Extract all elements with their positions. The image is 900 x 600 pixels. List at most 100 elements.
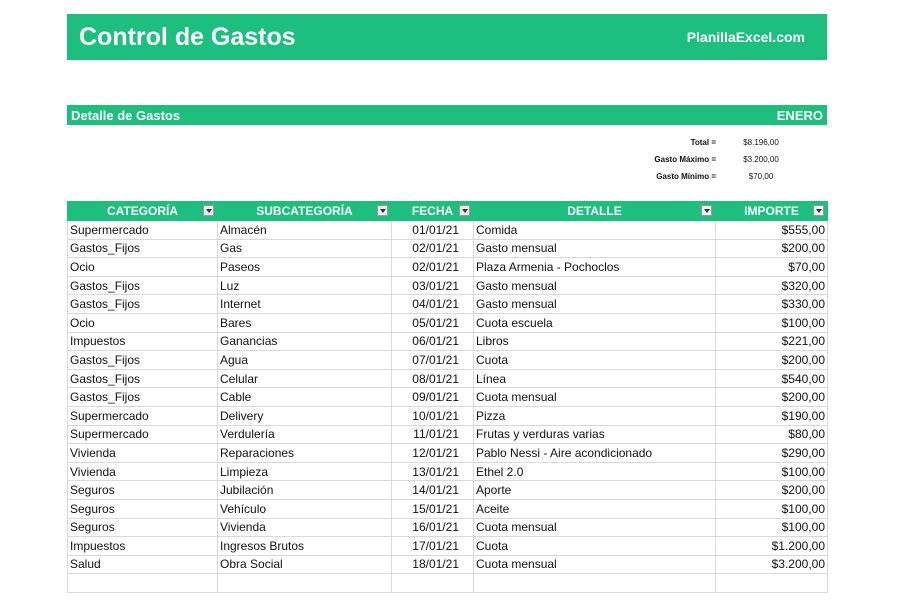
subcategory-cell[interactable]	[217, 573, 392, 593]
detail-cell[interactable]: Gasto mensual	[473, 275, 716, 296]
amount-cell[interactable]: $1.200,00	[715, 536, 828, 556]
detail-cell[interactable]: Cuota	[473, 536, 716, 556]
amount-cell[interactable]: $221,00	[715, 331, 828, 352]
date-cell[interactable]: 06/01/21	[391, 331, 474, 352]
amount-cell[interactable]: $100,00	[715, 498, 828, 519]
date-cell[interactable]: 11/01/21	[391, 424, 474, 445]
date-cell[interactable]: 03/01/21	[391, 275, 474, 296]
category-cell[interactable]: Gastos_Fijos	[67, 238, 218, 259]
subcategory-cell[interactable]: Vehículo	[217, 498, 392, 519]
category-cell[interactable]: Seguros	[67, 517, 218, 538]
subcategory-cell[interactable]: Delivery	[217, 405, 392, 426]
detail-cell[interactable]: Cuota mensual	[473, 554, 716, 575]
filter-dropdown-icon[interactable]	[377, 205, 388, 216]
subcategory-cell[interactable]: Jubilación	[217, 480, 392, 500]
detail-cell[interactable]: Gasto mensual	[473, 294, 716, 314]
amount-cell[interactable]: $540,00	[715, 368, 828, 389]
amount-cell[interactable]: $200,00	[715, 350, 828, 370]
subcategory-cell[interactable]: Verdulería	[217, 424, 392, 445]
category-cell[interactable]: Seguros	[67, 498, 218, 519]
subcategory-cell[interactable]: Ganancias	[217, 331, 392, 352]
detail-cell[interactable]: Ethel 2.0	[473, 461, 716, 482]
detail-cell[interactable]: Plaza Armenia - Pochoclos	[473, 257, 716, 277]
detail-cell[interactable]: Cuota mensual	[473, 517, 716, 538]
subcategory-cell[interactable]: Luz	[217, 275, 392, 296]
date-cell[interactable]: 08/01/21	[391, 368, 474, 389]
subcategory-cell[interactable]: Cable	[217, 387, 392, 407]
date-cell[interactable]: 13/01/21	[391, 461, 474, 482]
category-cell[interactable]: Impuestos	[67, 536, 218, 556]
date-cell[interactable]: 02/01/21	[391, 257, 474, 277]
subcategory-cell[interactable]: Paseos	[217, 257, 392, 277]
subcategory-cell[interactable]: Vivienda	[217, 517, 392, 538]
date-cell[interactable]: 05/01/21	[391, 312, 474, 333]
detail-cell[interactable]: Comida	[473, 220, 716, 240]
date-cell[interactable]: 14/01/21	[391, 480, 474, 500]
amount-cell[interactable]: $330,00	[715, 294, 828, 314]
amount-cell[interactable]: $80,00	[715, 424, 828, 445]
detail-cell[interactable]: Libros	[473, 331, 716, 352]
detail-cell[interactable]: Cuota	[473, 350, 716, 370]
subcategory-cell[interactable]: Agua	[217, 350, 392, 370]
date-cell[interactable]: 12/01/21	[391, 443, 474, 463]
detail-cell[interactable]: Aporte	[473, 480, 716, 500]
subcategory-cell[interactable]: Celular	[217, 368, 392, 389]
amount-cell[interactable]: $190,00	[715, 405, 828, 426]
subcategory-cell[interactable]: Gas	[217, 238, 392, 259]
detail-cell[interactable]: Frutas y verduras varias	[473, 424, 716, 445]
category-cell[interactable]: Vivienda	[67, 461, 218, 482]
detail-cell[interactable]: Línea	[473, 368, 716, 389]
amount-cell[interactable]: $320,00	[715, 275, 828, 296]
amount-cell[interactable]: $555,00	[715, 220, 828, 240]
category-cell[interactable]: Gastos_Fijos	[67, 387, 218, 407]
amount-cell[interactable]: $290,00	[715, 443, 828, 463]
amount-cell[interactable]: $100,00	[715, 461, 828, 482]
category-cell[interactable]: Seguros	[67, 480, 218, 500]
date-cell[interactable]: 04/01/21	[391, 294, 474, 314]
subcategory-cell[interactable]: Obra Social	[217, 554, 392, 575]
filter-dropdown-icon[interactable]	[701, 205, 712, 216]
filter-dropdown-icon[interactable]	[459, 205, 470, 216]
category-cell[interactable]: Supermercado	[67, 405, 218, 426]
amount-cell[interactable]: $100,00	[715, 312, 828, 333]
subcategory-cell[interactable]: Internet	[217, 294, 392, 314]
date-cell[interactable]: 16/01/21	[391, 517, 474, 538]
category-cell[interactable]: Ocio	[67, 312, 218, 333]
category-cell[interactable]: Gastos_Fijos	[67, 294, 218, 314]
amount-cell[interactable]: $200,00	[715, 387, 828, 407]
category-cell[interactable]: Impuestos	[67, 331, 218, 352]
date-cell[interactable]: 09/01/21	[391, 387, 474, 407]
date-cell[interactable]: 17/01/21	[391, 536, 474, 556]
date-cell[interactable]: 18/01/21	[391, 554, 474, 575]
subcategory-cell[interactable]: Ingresos Brutos	[217, 536, 392, 556]
date-cell[interactable]: 10/01/21	[391, 405, 474, 426]
filter-dropdown-icon[interactable]	[203, 205, 214, 216]
category-cell[interactable]: Salud	[67, 554, 218, 575]
category-cell[interactable]: Gastos_Fijos	[67, 368, 218, 389]
detail-cell[interactable]: Cuota mensual	[473, 387, 716, 407]
category-cell[interactable]: Vivienda	[67, 443, 218, 463]
detail-cell[interactable]: Pizza	[473, 405, 716, 426]
category-cell[interactable]: Supermercado	[67, 220, 218, 240]
amount-cell[interactable]: $200,00	[715, 480, 828, 500]
subcategory-cell[interactable]: Bares	[217, 312, 392, 333]
amount-cell[interactable]: $100,00	[715, 517, 828, 538]
category-cell[interactable]: Gastos_Fijos	[67, 350, 218, 370]
date-cell[interactable]: 07/01/21	[391, 350, 474, 370]
detail-cell[interactable]: Aceite	[473, 498, 716, 519]
detail-cell[interactable]: Pablo Nessi - Aire acondicionado	[473, 443, 716, 463]
amount-cell[interactable]: $200,00	[715, 238, 828, 259]
subcategory-cell[interactable]: Reparaciones	[217, 443, 392, 463]
amount-cell[interactable]	[715, 573, 828, 593]
filter-dropdown-icon[interactable]	[813, 205, 824, 216]
subcategory-cell[interactable]: Limpieza	[217, 461, 392, 482]
detail-cell[interactable]: Cuota escuela	[473, 312, 716, 333]
date-cell[interactable]: 15/01/21	[391, 498, 474, 519]
category-cell[interactable]	[67, 573, 218, 593]
detail-cell[interactable]	[473, 573, 716, 593]
category-cell[interactable]: Ocio	[67, 257, 218, 277]
amount-cell[interactable]: $3.200,00	[715, 554, 828, 575]
category-cell[interactable]: Gastos_Fijos	[67, 275, 218, 296]
date-cell[interactable]: 01/01/21	[391, 220, 474, 240]
category-cell[interactable]: Supermercado	[67, 424, 218, 445]
